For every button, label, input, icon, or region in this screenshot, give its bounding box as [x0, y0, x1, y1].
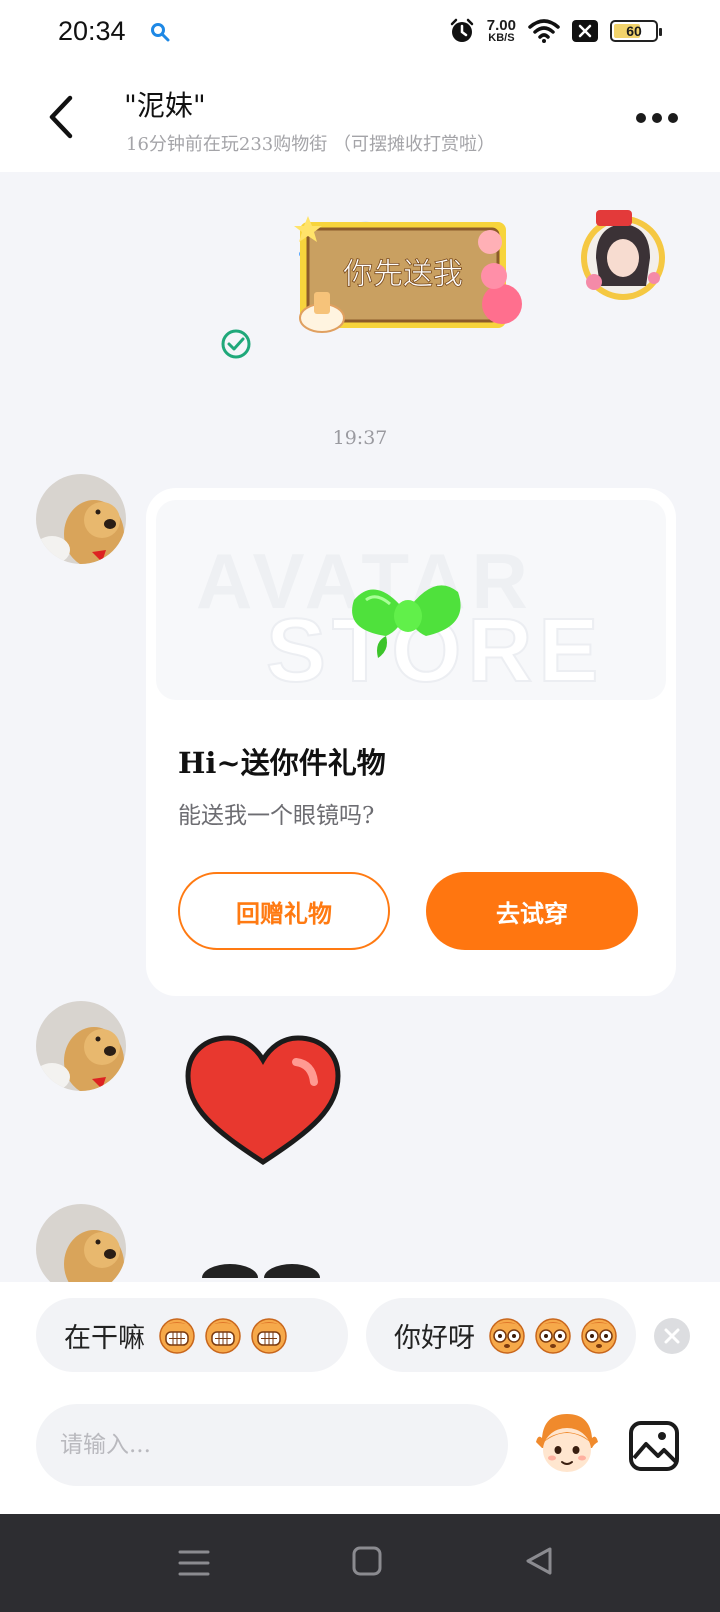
bow-gift-icon — [352, 585, 461, 658]
more-dot-icon — [636, 113, 646, 123]
system-navigation-bar — [0, 1514, 720, 1612]
wide-eyes-emoji-icon — [535, 1318, 571, 1354]
battery-indicator: 60 — [610, 20, 662, 42]
read-check-icon — [221, 329, 251, 359]
return-gift-button[interactable]: 回赠礼物 — [178, 872, 390, 950]
gift-banner: AVATAR STORE — [156, 500, 666, 700]
alarm-icon — [450, 18, 474, 42]
back-triangle-icon[interactable] — [522, 1544, 556, 1578]
grin-emoji-icon — [205, 1318, 241, 1354]
more-dot-icon — [668, 113, 678, 123]
status-indicators: 7.00 KB/S 60 — [449, 18, 662, 44]
status-time: 20:34 — [58, 16, 126, 46]
contact-avatar[interactable] — [36, 474, 126, 564]
quick-reply-bar: 在干嘛 你好呀 — [0, 1282, 720, 1378]
image-picker-icon[interactable] — [628, 1420, 680, 1472]
try-on-button[interactable]: 去试穿 — [426, 872, 638, 950]
dog-avatar-image — [36, 1204, 126, 1282]
contact-avatar[interactable] — [36, 1204, 126, 1282]
quick-reply-label: 你好呀 — [394, 1322, 475, 1354]
grin-emoji-icon — [251, 1318, 287, 1354]
message-timestamp: 19:37 — [332, 427, 388, 449]
network-speed-unit: KB/S — [488, 32, 515, 44]
gift-title: Hi~送你件礼物 — [178, 746, 386, 780]
partial-sticker — [202, 1264, 320, 1278]
no-sim-icon — [572, 20, 598, 42]
sticker-picker-icon[interactable] — [534, 1408, 600, 1478]
dog-avatar-image — [36, 1001, 126, 1091]
message-composer — [0, 1378, 720, 1514]
sticker-text: 你先送我 — [343, 257, 463, 292]
status-bar: 20:34 7.00 KB/S 60 — [0, 0, 720, 68]
more-options-button[interactable] — [636, 108, 680, 128]
chat-screen: 20:34 7.00 KB/S 60 "泥妹" 16分钟前在玩233购物街 （可… — [0, 0, 720, 1612]
wide-eyes-emoji-icon — [489, 1318, 525, 1354]
home-icon[interactable] — [350, 1544, 384, 1578]
back-arrow-icon[interactable] — [44, 92, 80, 142]
battery-level: 60 — [626, 23, 642, 39]
contact-avatar[interactable] — [36, 1001, 126, 1091]
quick-reply-chip[interactable]: 在干嘛 — [36, 1298, 348, 1372]
heart-sticker[interactable] — [184, 1034, 342, 1168]
gift-card[interactable]: AVATAR STORE Hi~送你件礼物 能送我一个眼镜吗? 回赠礼物 去试穿 — [146, 488, 676, 996]
sent-sticker[interactable]: 你先送我 — [292, 214, 542, 346]
gift-description: 能送我一个眼镜吗? — [178, 803, 375, 829]
close-quick-replies-button[interactable] — [654, 1318, 690, 1354]
chat-header: "泥妹" 16分钟前在玩233购物街 （可摆摊收打赏啦） — [0, 68, 720, 172]
self-avatar[interactable] — [574, 206, 672, 304]
contact-status: 16分钟前在玩233购物街 （可摆摊收打赏啦） — [126, 134, 495, 155]
dog-avatar-image — [36, 474, 126, 564]
grin-emoji-icon — [159, 1318, 195, 1354]
quick-reply-label: 在干嘛 — [64, 1322, 145, 1354]
wide-eyes-emoji-icon — [581, 1318, 617, 1354]
quick-reply-chip[interactable]: 你好呀 — [366, 1298, 636, 1372]
network-speed: 7.00 KB/S — [487, 18, 516, 44]
more-dot-icon — [652, 113, 662, 123]
contact-name: "泥妹" — [124, 89, 206, 122]
network-speed-value: 7.00 — [486, 17, 516, 34]
message-list[interactable]: 你先送我 19:37 AVATAR STORE Hi~送你件礼物 能送我一个眼镜… — [0, 172, 720, 1282]
close-icon — [664, 1328, 680, 1344]
wifi-icon — [528, 19, 560, 43]
message-input[interactable] — [36, 1404, 508, 1486]
search-icon — [151, 23, 170, 42]
recent-apps-icon[interactable] — [176, 1546, 212, 1580]
